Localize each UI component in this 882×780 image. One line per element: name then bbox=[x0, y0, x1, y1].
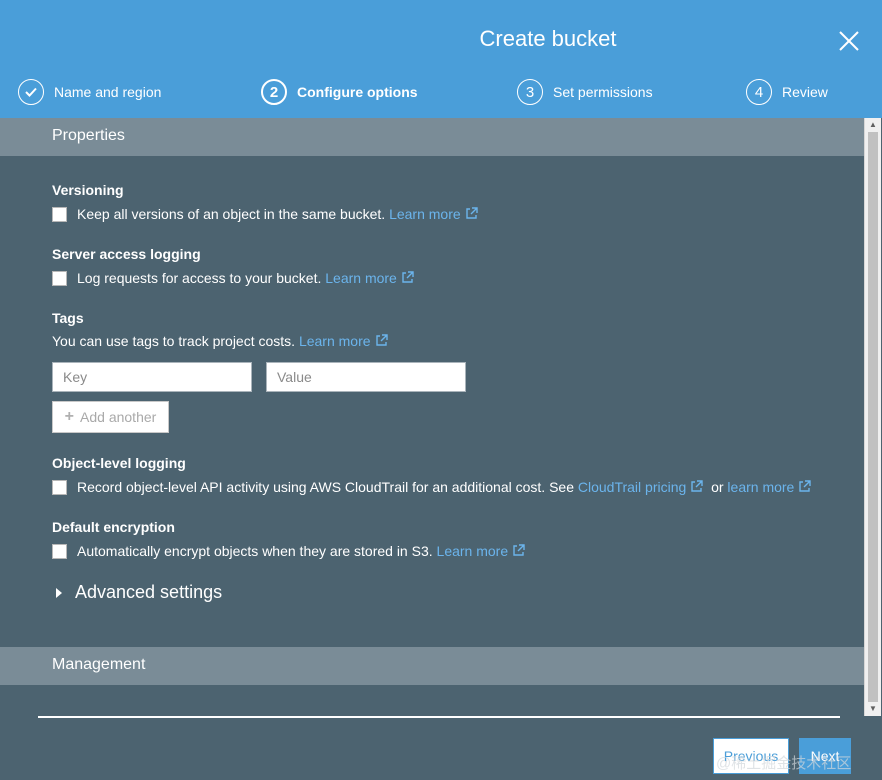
external-link-icon bbox=[799, 480, 812, 492]
step-label: Name and region bbox=[54, 84, 162, 100]
step-configure-options[interactable]: 2 Configure options bbox=[261, 78, 418, 106]
server-access-logging-option: Log requests for access to your bucket. … bbox=[52, 269, 414, 287]
versioning-option: Keep all versions of an object in the sa… bbox=[52, 205, 478, 223]
tag-key-input[interactable] bbox=[52, 362, 252, 392]
external-link-icon bbox=[402, 271, 414, 283]
footer-divider bbox=[38, 716, 840, 718]
tags-learn-more-link[interactable]: Learn more bbox=[299, 333, 388, 349]
scroll-up-icon[interactable]: ▲ bbox=[865, 118, 881, 132]
external-link-icon bbox=[375, 334, 388, 346]
dialog-header: Create bucket Name and region 2 Configur… bbox=[0, 0, 882, 118]
dialog-content: Properties Versioning Keep all versions … bbox=[0, 118, 864, 714]
step-name-and-region[interactable]: Name and region bbox=[18, 78, 161, 106]
default-encryption-checkbox[interactable] bbox=[52, 543, 67, 559]
scroll-down-icon[interactable]: ▼ bbox=[865, 702, 881, 716]
default-encryption-text: Automatically encrypt objects when they … bbox=[77, 543, 433, 559]
step-number: 2 bbox=[261, 79, 287, 105]
default-encryption-title: Default encryption bbox=[52, 519, 175, 535]
tag-value-input[interactable] bbox=[266, 362, 466, 392]
properties-header[interactable]: Properties bbox=[0, 118, 864, 156]
scroll-thumb[interactable] bbox=[868, 132, 878, 702]
object-level-logging-option: Record object-level API activity using A… bbox=[52, 478, 812, 496]
step-label: Configure options bbox=[297, 84, 418, 100]
server-access-logging-checkbox[interactable] bbox=[52, 270, 67, 286]
plus-icon: + bbox=[64, 408, 75, 425]
versioning-checkbox[interactable] bbox=[52, 206, 67, 222]
advanced-settings-toggle[interactable]: Advanced settings bbox=[56, 582, 222, 603]
add-another-tag-button[interactable]: + Add another bbox=[52, 401, 169, 433]
default-encryption-option: Automatically encrypt objects when they … bbox=[52, 542, 525, 560]
tags-title: Tags bbox=[52, 310, 84, 326]
server-access-logging-title: Server access logging bbox=[52, 246, 201, 262]
vertical-scrollbar[interactable]: ▲ ▼ bbox=[864, 118, 881, 716]
object-level-logging-checkbox[interactable] bbox=[52, 479, 67, 495]
management-header[interactable]: Management bbox=[0, 647, 864, 685]
step-label: Set permissions bbox=[553, 84, 653, 100]
tags-description: You can use tags to track project costs.… bbox=[52, 333, 388, 349]
previous-button[interactable]: Previous bbox=[713, 738, 789, 774]
external-link-icon bbox=[691, 480, 703, 492]
default-encryption-learn-more-link[interactable]: Learn more bbox=[437, 543, 526, 559]
object-level-logging-title: Object-level logging bbox=[52, 455, 186, 471]
caret-right-icon bbox=[56, 587, 62, 598]
step-number: 4 bbox=[746, 79, 772, 105]
close-button[interactable] bbox=[836, 28, 862, 54]
next-button[interactable]: Next bbox=[799, 738, 851, 774]
server-access-logging-text: Log requests for access to your bucket. bbox=[77, 270, 322, 286]
cloudtrail-pricing-link[interactable]: CloudTrail pricing bbox=[578, 479, 703, 495]
dialog-title: Create bucket bbox=[479, 26, 617, 51]
step-label: Review bbox=[782, 84, 828, 100]
step-review[interactable]: 4 Review bbox=[746, 78, 828, 106]
step-set-permissions[interactable]: 3 Set permissions bbox=[517, 78, 653, 106]
object-level-logging-learn-more-link[interactable]: learn more bbox=[727, 479, 812, 495]
object-level-logging-text: Record object-level API activity using A… bbox=[77, 479, 574, 495]
wizard-steps: Name and region 2 Configure options 3 Se… bbox=[0, 78, 882, 108]
server-access-logging-learn-more-link[interactable]: Learn more bbox=[325, 270, 414, 286]
versioning-learn-more-link[interactable]: Learn more bbox=[389, 206, 478, 222]
external-link-icon bbox=[513, 544, 525, 556]
versioning-title: Versioning bbox=[52, 182, 124, 198]
external-link-icon bbox=[465, 207, 478, 219]
check-circle-icon bbox=[18, 79, 44, 105]
close-icon bbox=[839, 31, 859, 51]
step-number: 3 bbox=[517, 79, 543, 105]
versioning-text: Keep all versions of an object in the sa… bbox=[77, 206, 386, 222]
